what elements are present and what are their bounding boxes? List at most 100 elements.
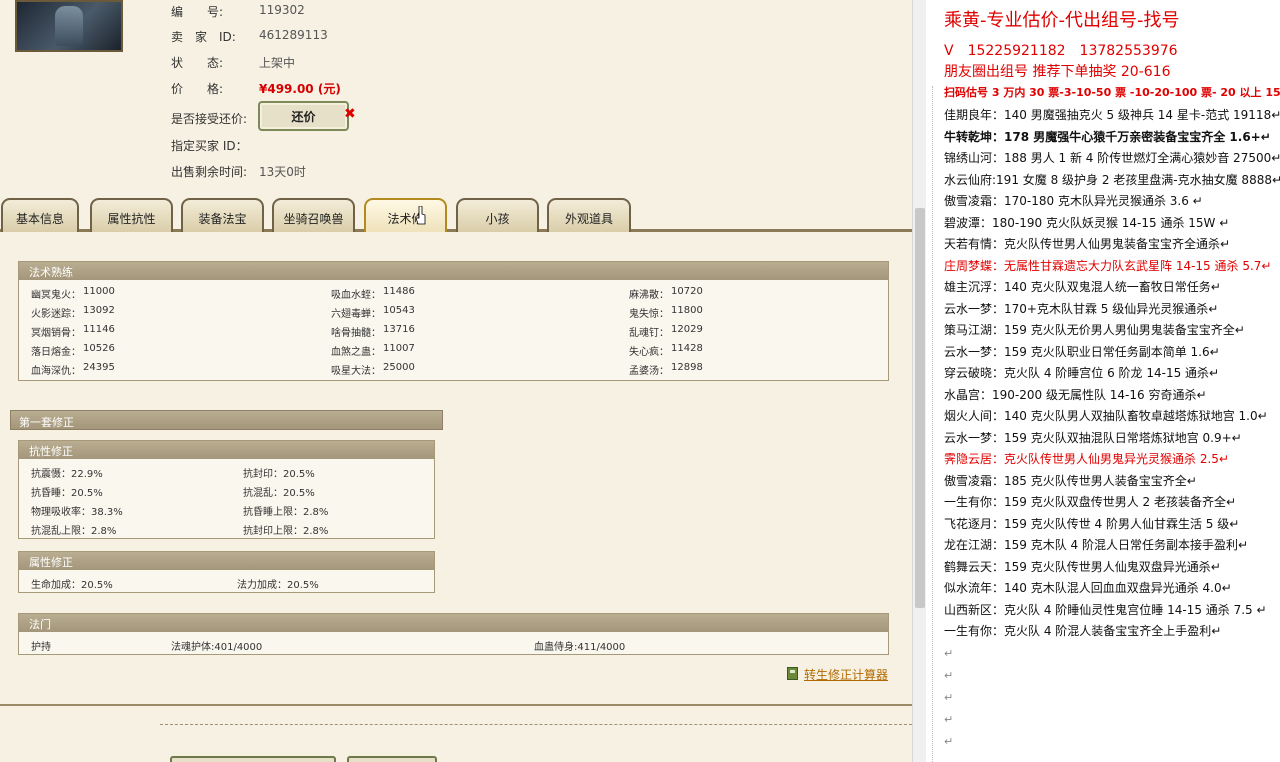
notes-friends: 朋友圈出组号 推荐下单抽奖 20-616 xyxy=(944,64,1171,80)
spell-name: 鬼失惊： xyxy=(629,309,669,320)
spell-value: 13716 xyxy=(383,324,415,335)
resist-fix-panel: 抗性修正 抗震慑：22.9% 抗封印：20.5% 抗昏睡：20.5% 抗混乱：20.5… xyxy=(18,440,435,539)
bottom-button-1[interactable] xyxy=(170,756,336,762)
spell-value: 25000 xyxy=(383,362,415,373)
note-line: 牛转乾坤：178 男魔强牛心猿千万亲密装备宝宝齐全 1.6+↵ xyxy=(944,129,1271,144)
scrollbar[interactable] xyxy=(912,0,926,762)
first-set-title: 第一套修正 xyxy=(10,410,443,430)
note-line: 云水一梦：159 克火队职业日常任务副本简单 1.6↵ xyxy=(944,344,1220,359)
tab-equipment[interactable]: 装备法宝 xyxy=(181,198,264,232)
spell-value: 10526 xyxy=(83,343,115,354)
spell-value: 12898 xyxy=(671,362,703,373)
tab-basic-info[interactable]: 基本信息 xyxy=(1,198,79,232)
spell-name: 落日熔金： xyxy=(31,347,81,358)
accept-offer-label: 是否接受还价: xyxy=(171,112,248,126)
spell-name: 孟婆汤： xyxy=(629,366,669,377)
resist-cell: 物理吸收率：38.3% xyxy=(31,507,123,518)
notes-title: 乘黄-专业估价-代出组号-找号 xyxy=(944,10,1180,31)
spell-value: 24395 xyxy=(83,362,115,373)
spell-value: 11007 xyxy=(383,343,415,354)
seller-label: 卖 家 ID: xyxy=(171,30,236,44)
resist-cell: 抗封印上限：2.8% xyxy=(243,526,329,537)
spell-name: 血煞之蛊： xyxy=(331,347,381,358)
text-cursor-guide xyxy=(932,86,933,762)
note-line: 霁隐云居：克火队传世男人仙男鬼异光灵猴通杀 2.5↵ xyxy=(944,452,1229,466)
notes-phone: V 15225921182 13782553976 xyxy=(944,43,1178,59)
seller-value: 461289113 xyxy=(259,28,328,42)
tab-attr-resist[interactable]: 属性抗性 xyxy=(90,198,173,232)
mana-bonus: 法力加成：20.5% xyxy=(237,580,319,591)
note-line: 鹤舞云天：159 克火队传世男人仙鬼双盘异光通杀↵ xyxy=(944,559,1221,574)
note-line: 云水一梦：159 克火队双抽混队日常塔炼狱地宫 0.9+↵ xyxy=(944,430,1242,445)
spell-name: 幽冥鬼火： xyxy=(31,290,81,301)
note-line: 一生有你：克火队 4 阶混人装备宝宝齐全上手盈利↵ xyxy=(944,624,1222,638)
note-line: 穿云破晓：克火队 4 阶睡宫位 6 阶龙 14-15 通杀↵ xyxy=(944,366,1220,380)
status-value: 上架中 xyxy=(259,56,296,70)
tab-mount-summon[interactable]: 坐骑召唤兽 xyxy=(272,198,355,232)
scrollbar-thumb[interactable] xyxy=(915,208,925,608)
spell-name: 啥骨抽髓： xyxy=(331,328,381,339)
calculator-icon xyxy=(787,667,798,680)
empty-line: ↵ xyxy=(944,735,954,748)
tab-child[interactable]: 小孩 xyxy=(456,198,539,232)
fa-men-cell-3: 血蛊侍身:411/4000 xyxy=(534,642,626,653)
spell-value: 11146 xyxy=(83,324,115,335)
spell-name: 麻沸散： xyxy=(629,290,669,301)
spell-value: 11486 xyxy=(383,286,415,297)
bottom-button-2[interactable] xyxy=(347,756,437,762)
spell-value: 11000 xyxy=(83,286,115,297)
note-line: 傲雪凌霜：185 克火队传世男人装备宝宝齐全↵ xyxy=(944,473,1197,488)
note-line: 佳期良年：140 男魔强抽克火 5 级神兵 14 星卡-范式 19118↵ xyxy=(944,108,1280,122)
resist-cell: 抗封印：20.5% xyxy=(243,469,315,480)
divider xyxy=(0,704,912,706)
notes-panel: 乘黄-专业估价-代出组号-找号 V 15225921182 1378255397… xyxy=(926,0,1280,762)
dashed-divider xyxy=(160,724,912,725)
spell-name: 火影迷踪： xyxy=(31,309,81,320)
fa-men-cell-1: 护持 xyxy=(31,642,51,653)
calc-link[interactable]: 转生修正计算器 xyxy=(804,666,888,683)
note-line: 天若有情：克火队传世男人仙男鬼装备宝宝齐全通杀↵ xyxy=(944,237,1231,251)
fa-men-title: 法门 xyxy=(19,614,888,632)
empty-line: ↵ xyxy=(944,713,954,726)
note-line: 水晶宫：190-200 级无属性队 14-16 穷奇通杀↵ xyxy=(944,387,1207,402)
note-line: 锦绣山河：188 男人 1 新 4 阶传世燃灯全满心猿妙音 27500↵ xyxy=(944,151,1280,165)
mouse-cursor-icon xyxy=(416,206,426,225)
offer-button[interactable]: 还价 xyxy=(258,101,349,131)
resist-fix-title: 抗性修正 xyxy=(19,441,434,459)
character-figure xyxy=(55,6,83,46)
resist-cell: 抗震慑：22.9% xyxy=(31,469,103,480)
tab-appearance[interactable]: 外观道具 xyxy=(547,198,631,232)
spell-name: 吸星大法： xyxy=(331,366,381,377)
tab-spell-cultivation[interactable]: 法术修 xyxy=(364,198,447,232)
spell-value: 10720 xyxy=(671,286,703,297)
time-left-value: 13天0时 xyxy=(259,165,306,179)
note-line: 水云仙府:191 女魔 8 级护身 2 老孩里盘满-克水抽女魔 8888↵ xyxy=(944,172,1280,187)
spell-value: 11800 xyxy=(671,305,703,316)
spell-mastery-title: 法术熟练 xyxy=(19,262,888,280)
spell-value: 13092 xyxy=(83,305,115,316)
time-left-label: 出售剩余时间: xyxy=(171,165,248,179)
spell-name: 冥烟销骨： xyxy=(31,328,81,339)
note-line: 一生有你：159 克火队双盘传世男人 2 老孩装备齐全↵ xyxy=(944,495,1237,509)
spell-name: 六翅毒蝉： xyxy=(331,309,381,320)
resist-cell: 抗昏睡：20.5% xyxy=(31,488,103,499)
spell-name: 失心疯： xyxy=(629,347,669,358)
price-label: 价 格: xyxy=(171,82,224,96)
status-label: 状 态: xyxy=(171,56,224,70)
spell-value: 12029 xyxy=(671,324,703,335)
attr-fix-panel: 属性修正 生命加成：20.5% 法力加成：20.5% xyxy=(18,551,435,593)
id-label: 编 号: xyxy=(171,5,224,19)
resist-cell: 抗混乱上限：2.8% xyxy=(31,526,117,537)
empty-line: ↵ xyxy=(944,691,954,704)
close-icon[interactable]: ✖ xyxy=(344,106,356,122)
note-line: 傲雪凌霜：170-180 克木队异光灵猴通杀 3.6 ↵ xyxy=(944,194,1203,208)
note-line: 龙在江湖：159 克木队 4 阶混人日常任务副本接手盈利↵ xyxy=(944,538,1249,552)
spell-value: 11428 xyxy=(671,343,703,354)
attr-fix-title: 属性修正 xyxy=(19,552,434,570)
character-portrait xyxy=(15,0,123,52)
item-detail-panel: 编 号: 119302 卖 家 ID: 461289113 状 态: 上架中 价… xyxy=(0,0,912,762)
life-bonus: 生命加成：20.5% xyxy=(31,580,113,591)
spell-name: 血海深仇： xyxy=(31,366,81,377)
fa-men-panel: 法门 护持 法魂护体:401/4000 血蛊侍身:411/4000 xyxy=(18,613,889,655)
price-value: ¥499.00 (元) xyxy=(259,82,341,96)
